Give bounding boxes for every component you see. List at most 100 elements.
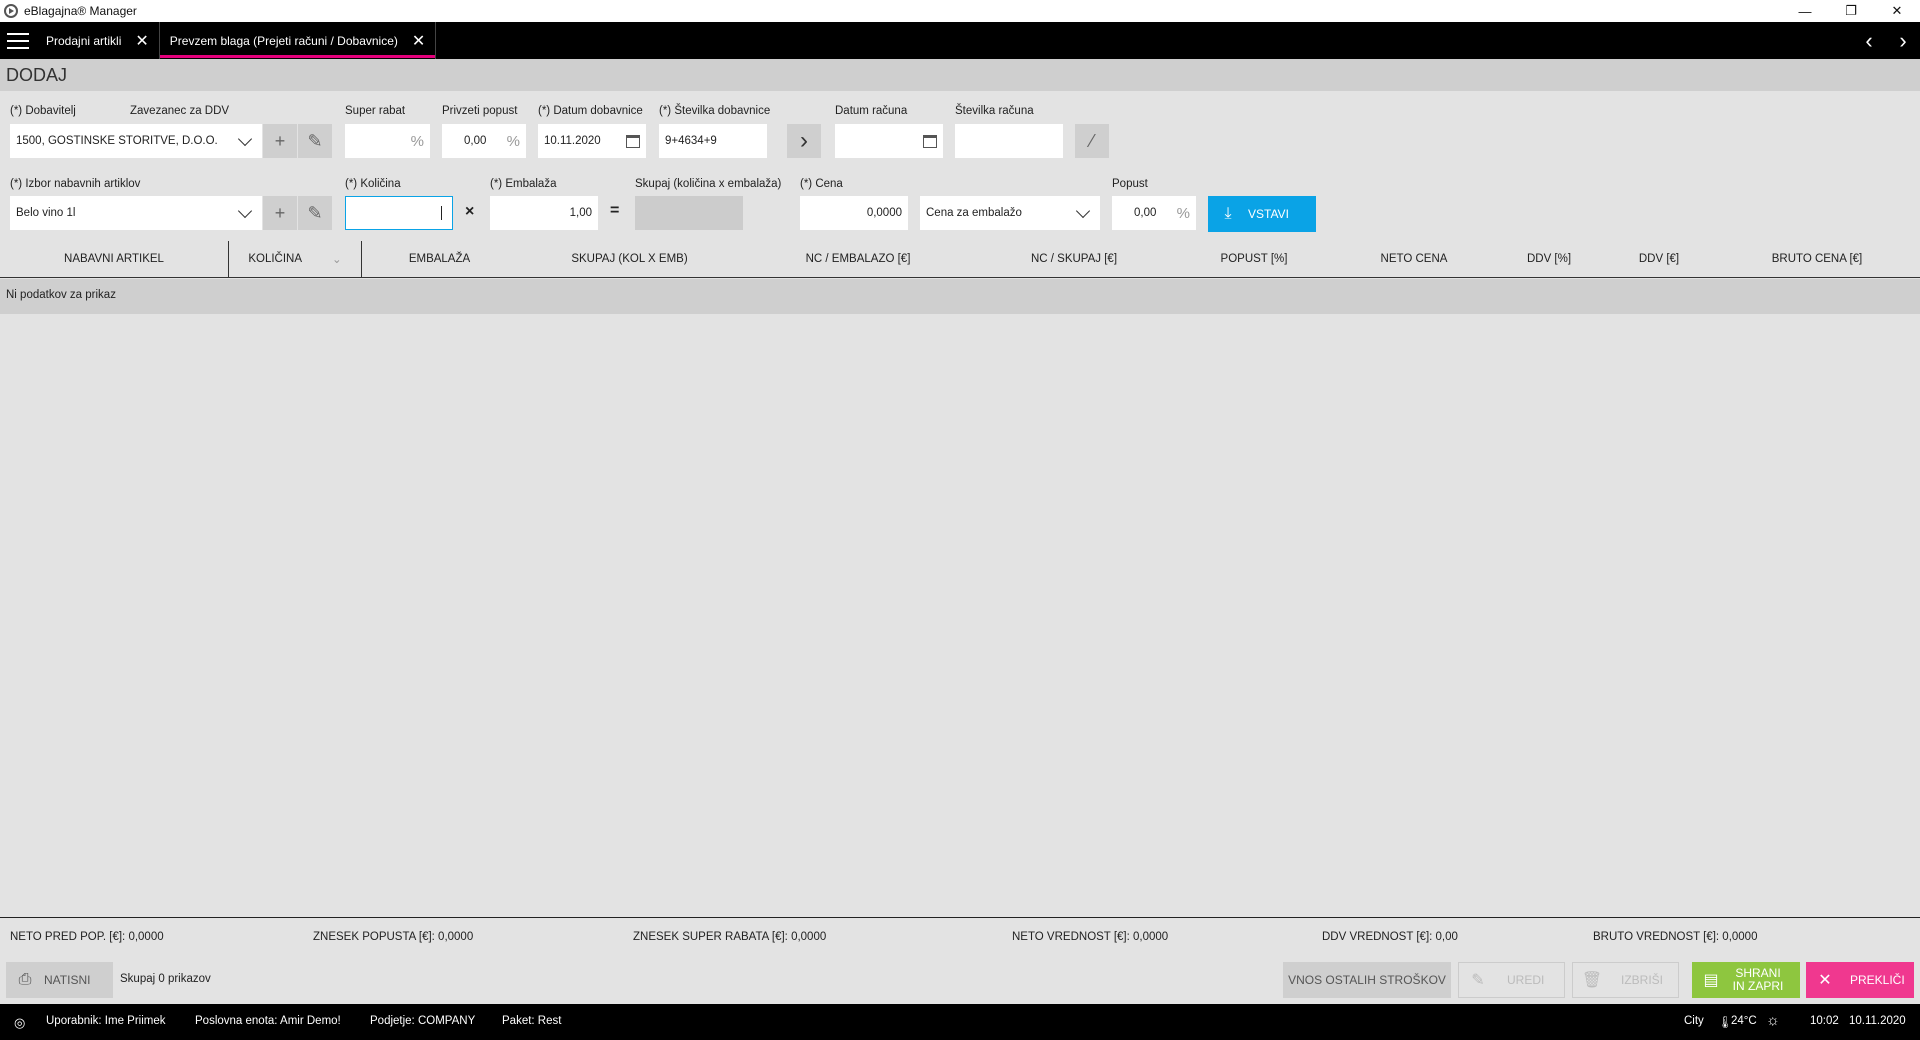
edit-dobavitelj-button[interactable]: ✎ bbox=[298, 124, 332, 158]
datum-dobavnice-label: (*) Datum dobavnice bbox=[538, 105, 643, 117]
embalaza-label: (*) Embalaža bbox=[490, 178, 557, 190]
super-rabat-label: Super rabat bbox=[345, 105, 406, 117]
popust-input[interactable]: 0,00 % bbox=[1112, 196, 1196, 230]
download-icon: ⤓ bbox=[1224, 205, 1232, 222]
plus-icon: + bbox=[274, 202, 286, 223]
record-count: Skupaj 0 prikazov bbox=[120, 973, 211, 985]
kolicina-input[interactable] bbox=[345, 196, 453, 230]
percent-suffix: % bbox=[506, 132, 520, 150]
cena-value: 0,0000 bbox=[866, 207, 902, 219]
privzeti-popust-label: Privzeti popust bbox=[442, 105, 518, 117]
empty-table-message: Ni podatkov za prikaz bbox=[0, 279, 1920, 314]
column-header[interactable]: NC / EMBALAZO [€] bbox=[742, 241, 974, 277]
user-icon: ◎ bbox=[14, 1015, 26, 1030]
printer-icon: ⎙ bbox=[18, 971, 32, 988]
embalaza-input[interactable]: 1,00 bbox=[490, 196, 598, 230]
znesek-super-rabata-total: ZNESEK SUPER RABATA [€]: 0,0000 bbox=[633, 931, 827, 943]
preklici-label: PREKLIČI bbox=[1850, 973, 1905, 987]
shrani-label: SHRANI IN ZAPRI bbox=[1732, 966, 1784, 993]
status-bar: ◎ Uporabnik: Ime Priimek Poslovna enota:… bbox=[0, 1004, 1920, 1040]
chevron-left-icon[interactable]: ‹ bbox=[1852, 28, 1886, 54]
izbrisi-button[interactable]: 🗑 IZBRIŠI bbox=[1572, 962, 1679, 998]
chevron-down-icon bbox=[1075, 203, 1091, 218]
add-artikel-button[interactable]: + bbox=[263, 196, 297, 230]
vnos-stroskov-button[interactable]: VNOS OSTALIH STROŠKOV bbox=[1283, 962, 1451, 998]
embalaza-value: 1,00 bbox=[569, 207, 592, 219]
text-cursor bbox=[441, 206, 442, 220]
temperature-status: 24°C bbox=[1731, 1015, 1757, 1027]
shrani-in-zapri-button[interactable]: ▤ SHRANI IN ZAPRI bbox=[1692, 962, 1800, 998]
neto-pred-pop-total: NETO PRED POP. [€]: 0,0000 bbox=[10, 931, 164, 943]
cena-tip-value: Cena za embalažo bbox=[926, 207, 1022, 219]
column-header[interactable]: KOLIČINA ⌄ bbox=[229, 241, 361, 277]
window-titlebar: eBlagajna® Manager — ❐ ✕ bbox=[0, 0, 1920, 22]
sort-chevron-icon: ⌄ bbox=[332, 254, 342, 266]
pencil-icon: ✎ bbox=[307, 130, 323, 151]
preklici-button[interactable]: ✕ PREKLIČI bbox=[1806, 962, 1914, 998]
add-dobavitelj-button[interactable]: + bbox=[263, 124, 297, 158]
uporabnik-status: Uporabnik: Ime Priimek bbox=[46, 1015, 166, 1027]
calendar-icon[interactable] bbox=[626, 134, 640, 148]
percent-suffix: % bbox=[1176, 204, 1190, 222]
skupaj-field bbox=[635, 196, 743, 230]
column-header[interactable]: DDV [%] bbox=[1494, 241, 1604, 277]
sun-icon: ☼ bbox=[1766, 1012, 1780, 1029]
app-logo-icon bbox=[4, 4, 18, 18]
edit-artikel-button[interactable]: ✎ bbox=[298, 196, 332, 230]
datum-dobavnice-input[interactable]: 10.11.2020 bbox=[538, 124, 646, 158]
tab-prevzem-blaga[interactable]: Prevzem blaga (Prejeti računi / Dobavnic… bbox=[158, 22, 437, 59]
super-rabat-input[interactable]: % bbox=[345, 124, 430, 158]
stevilka-racuna-input[interactable] bbox=[955, 124, 1063, 158]
minimize-button[interactable]: — bbox=[1782, 0, 1828, 22]
stevilka-dobavnice-input[interactable]: 9+4634+9 bbox=[659, 124, 767, 158]
chevron-right-icon[interactable]: › bbox=[1886, 28, 1920, 54]
column-header[interactable]: EMBALAŽA bbox=[362, 241, 517, 277]
tab-prodajni-artikli[interactable]: Prodajni artikli ✕ bbox=[36, 22, 159, 59]
kolicina-label: (*) Količina bbox=[345, 178, 401, 190]
next-button[interactable]: › bbox=[787, 124, 821, 158]
vstavi-label: VSTAVI bbox=[1248, 207, 1289, 221]
ddv-vrednost-total: DDV VREDNOST [€]: 0,00 bbox=[1322, 931, 1458, 943]
column-header[interactable]: NETO CENA bbox=[1334, 241, 1494, 277]
neto-vrednost-total: NETO VREDNOST [€]: 0,0000 bbox=[1012, 931, 1169, 943]
close-window-button[interactable]: ✕ bbox=[1874, 0, 1920, 22]
popust-label: Popust bbox=[1112, 178, 1148, 190]
izbrisi-label: IZBRIŠI bbox=[1621, 973, 1664, 987]
close-icon[interactable]: ✕ bbox=[135, 31, 148, 51]
column-header[interactable]: DDV [€] bbox=[1604, 241, 1714, 277]
uredi-button[interactable]: ✎ UREDI bbox=[1458, 962, 1565, 998]
tab-bar: Prodajni artikli ✕ Prevzem blaga (Prejet… bbox=[0, 22, 1920, 59]
save-icon: ▤ bbox=[1703, 972, 1719, 989]
column-header-label: KOLIČINA bbox=[248, 253, 303, 265]
plus-icon: + bbox=[274, 130, 286, 151]
chevron-down-icon bbox=[237, 203, 253, 218]
column-header[interactable]: SKUPAJ (KOL X EMB) bbox=[517, 241, 742, 277]
uredi-label: UREDI bbox=[1507, 973, 1545, 987]
datum-racuna-input[interactable] bbox=[835, 124, 943, 158]
clear-button[interactable]: ⁄ bbox=[1075, 124, 1109, 158]
privzeti-popust-input[interactable]: 0,00 % bbox=[442, 124, 526, 158]
stevilka-racuna-label: Številka računa bbox=[955, 105, 1034, 117]
column-header[interactable]: POPUST [%] bbox=[1174, 241, 1334, 277]
dobavitelj-select[interactable]: 1500, GOSTINSKE STORITVE, D.O.O. bbox=[10, 124, 262, 158]
menu-icon[interactable] bbox=[0, 22, 36, 59]
izbor-artiklov-select[interactable]: Belo vino 1l bbox=[10, 196, 262, 230]
close-icon[interactable]: ✕ bbox=[412, 31, 425, 51]
calendar-icon[interactable] bbox=[923, 134, 937, 148]
tab-navigation: ‹ › bbox=[1852, 22, 1920, 59]
column-header[interactable]: NABAVNI ARTIKEL bbox=[0, 241, 228, 277]
window-title: eBlagajna® Manager bbox=[24, 4, 137, 18]
column-header[interactable]: BRUTO CENA [€] bbox=[1714, 241, 1920, 277]
natisni-button[interactable]: ⎙ NATISNI bbox=[6, 962, 113, 998]
natisni-label: NATISNI bbox=[44, 973, 91, 987]
window-controls: — ❐ ✕ bbox=[1782, 0, 1920, 22]
vnos-stroskov-label: VNOS OSTALIH STROŠKOV bbox=[1288, 973, 1446, 987]
restore-button[interactable]: ❐ bbox=[1828, 0, 1874, 22]
chevron-right-icon: › bbox=[800, 127, 808, 154]
date-status: 10.11.2020 bbox=[1849, 1015, 1906, 1027]
cena-tip-select[interactable]: Cena za embalažo bbox=[920, 196, 1100, 230]
column-header[interactable]: NC / SKUPAJ [€] bbox=[974, 241, 1174, 277]
vstavi-button[interactable]: ⤓ VSTAVI bbox=[1208, 196, 1316, 232]
city-status: City bbox=[1684, 1015, 1704, 1027]
cena-input[interactable]: 0,0000 bbox=[800, 196, 908, 230]
